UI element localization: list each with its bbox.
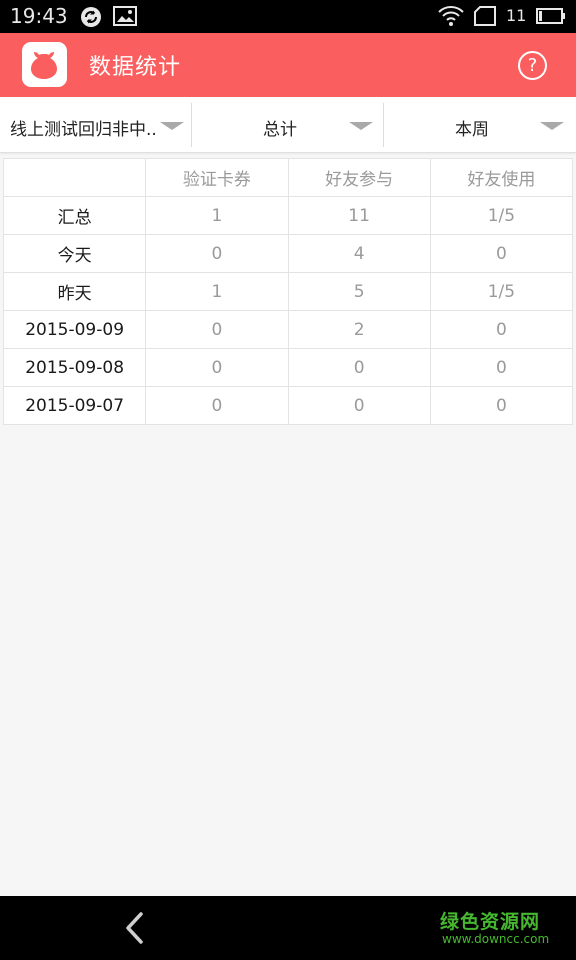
nav-bar: 绿色资源网 www.downcc.com [0,896,576,960]
type-filter-label: 总计 [263,120,297,140]
app-logo-icon [22,42,67,87]
table-cell: 0 [145,348,289,387]
watermark-url: www.downcc.com [442,932,550,946]
table-cell: 0 [287,348,431,387]
table-cell: 0 [287,386,431,425]
period-filter-dropdown[interactable]: 本周 [384,97,576,153]
row-label: 2015-09-09 [2,310,147,349]
status-bar: 19:43 11 [0,0,576,33]
sync-icon [80,6,102,32]
row-label: 昨天 [2,272,147,311]
table-row: 2015-09-09 0 2 0 [2,310,574,349]
table-row: 2015-09-07 0 0 0 [2,386,574,425]
table-row: 2015-09-08 0 0 0 [2,348,574,387]
row-label: 汇总 [2,196,147,235]
dropdown-arrow-icon [160,122,184,130]
table-header-row: 验证卡券 好友参与 好友使用 [2,158,574,197]
help-icon: ? [527,55,538,76]
watermark: 绿色资源网 www.downcc.com [440,907,560,951]
table-cell: 1 [145,272,289,311]
table-header-cell: 好友参与 [287,158,431,197]
table-cell: 0 [145,310,289,349]
status-time: 19:43 [10,4,68,28]
table-cell: 0 [145,386,289,425]
table-cell: 4 [287,234,431,273]
battery-icon [536,8,566,28]
table-cell: 1/5 [429,196,574,235]
filter-bar: 线上测试回归非中.. 总计 本周 [0,97,576,153]
help-button[interactable]: ? [518,51,547,80]
type-filter-dropdown[interactable]: 总计 [192,97,383,153]
table-row: 昨天 1 5 1/5 [2,272,574,311]
sim-icon [473,6,497,30]
store-filter-label: 线上测试回归非中.. [10,120,157,140]
page-title: 数据统计 [89,55,182,80]
table-header-cell: 验证卡券 [145,158,289,197]
table-cell: 1 [145,196,289,235]
table-cell: 0 [429,234,574,273]
app-bar: 数据统计 ? [0,33,576,97]
table-cell: 0 [429,386,574,425]
watermark-title: 绿色资源网 [440,911,541,933]
dropdown-arrow-icon [349,122,373,130]
image-icon [113,6,137,30]
store-filter-dropdown[interactable]: 线上测试回归非中.. [0,97,191,153]
period-filter-label: 本周 [455,120,489,140]
row-label: 2015-09-08 [2,348,147,387]
table-cell: 2 [287,310,431,349]
table-cell: 5 [287,272,431,311]
table-cell: 11 [287,196,431,235]
row-label: 2015-09-07 [2,386,147,425]
table-cell: 0 [429,310,574,349]
table-cell: 0 [429,348,574,387]
table-cell: 1/5 [429,272,574,311]
table-row: 汇总 1 11 1/5 [2,196,574,235]
back-button[interactable] [118,910,154,946]
battery-level: 11 [506,6,527,25]
chevron-left-icon [126,912,143,944]
stats-table: 验证卡券 好友参与 好友使用 汇总 1 11 1/5 今天 0 4 0 昨天 1… [2,158,574,425]
table-header-cell [2,158,147,197]
wifi-icon [438,6,464,30]
row-label: 今天 [2,234,147,273]
table-header-cell: 好友使用 [429,158,574,197]
dropdown-arrow-icon [540,122,564,130]
table-row: 今天 0 4 0 [2,234,574,273]
table-cell: 0 [145,234,289,273]
